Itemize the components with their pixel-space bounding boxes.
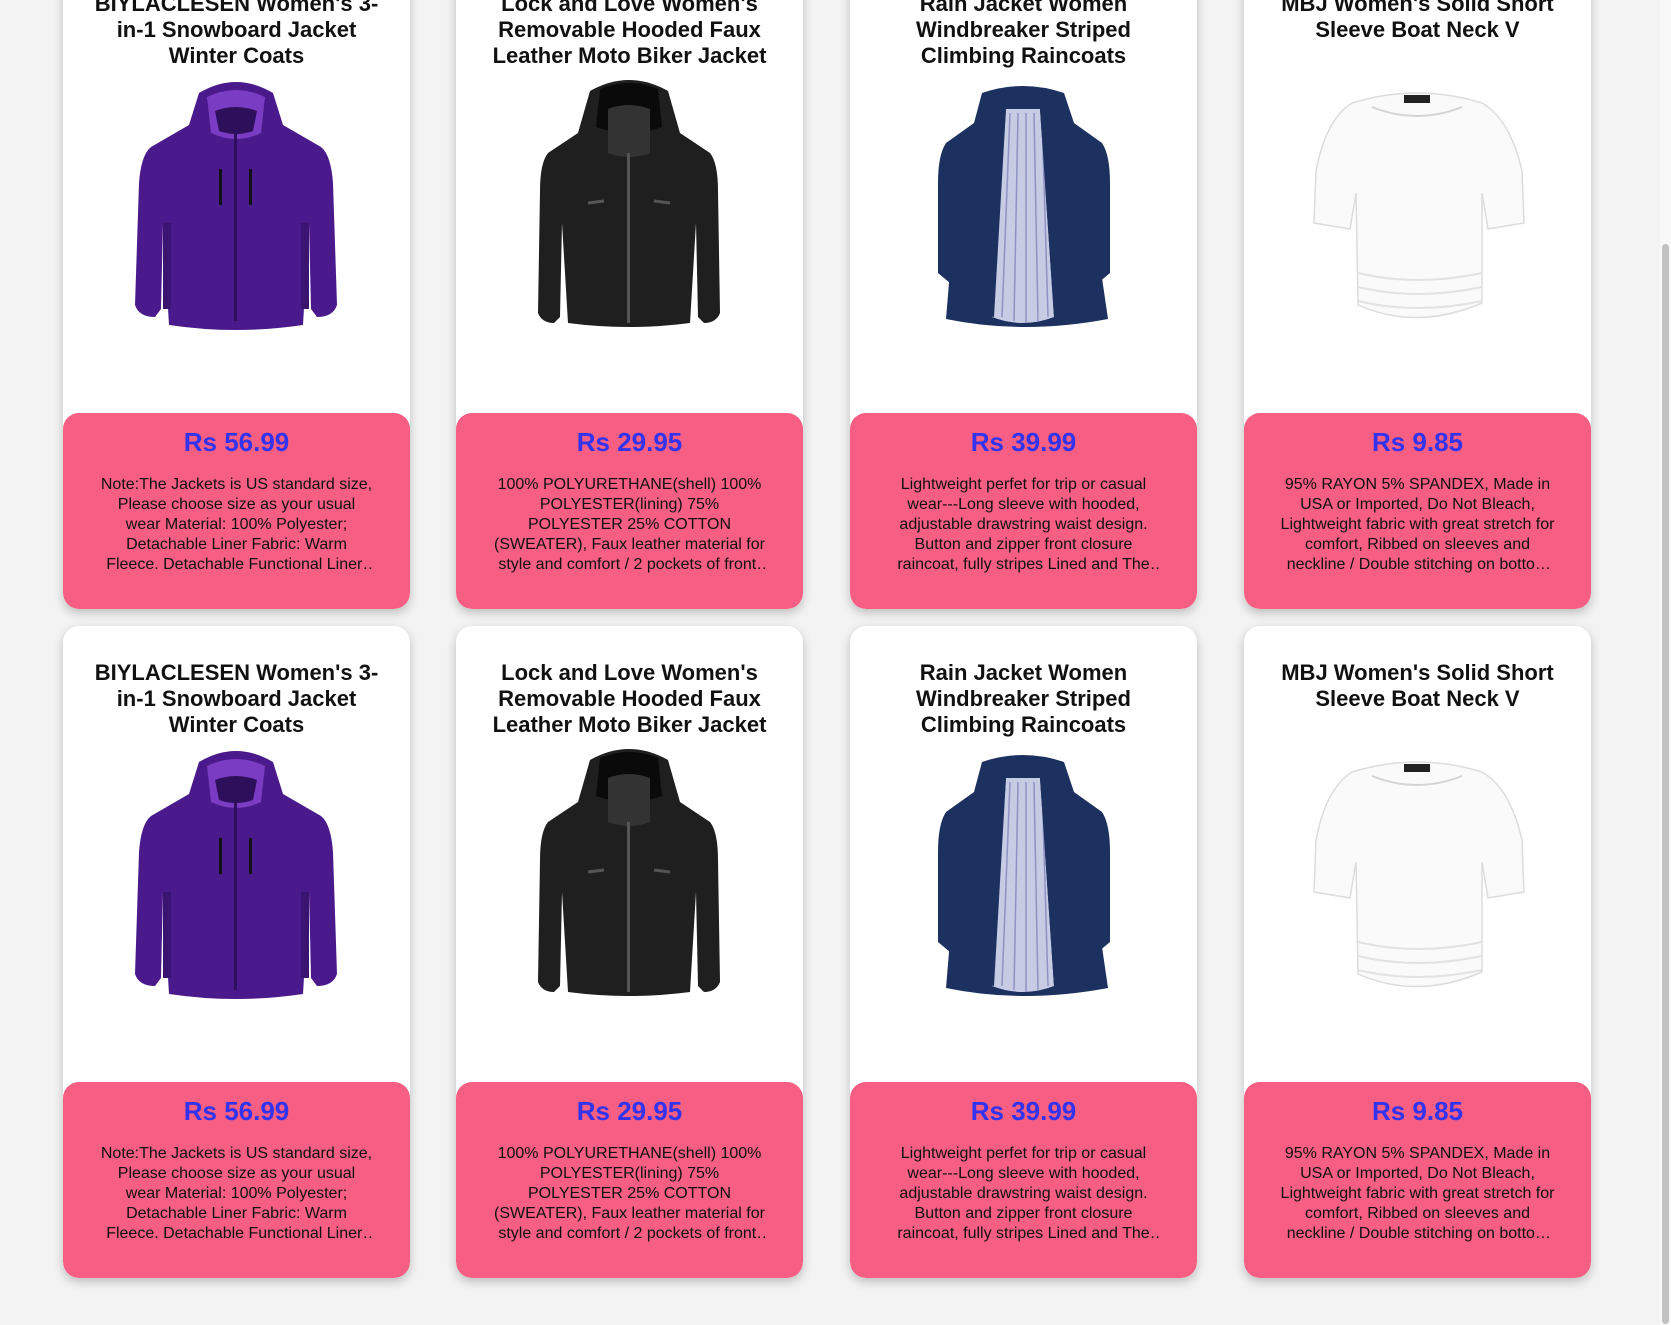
product-description: 100% POLYURETHANE(shell) 100% POLYESTER(… — [494, 476, 765, 573]
product-image[interactable] — [898, 73, 1148, 343]
scrollbar-track[interactable] — [1660, 0, 1671, 1325]
product-row: BIYLACLESEN Women's 3-in-1 Snowboard Jac… — [63, 0, 1593, 609]
product-price: Rs 56.99 — [183, 1096, 290, 1126]
product-title[interactable]: BIYLACLESEN Women's 3-in-1 Snowboard Jac… — [91, 660, 382, 742]
product-card[interactable]: Rain Jacket Women Windbreaker Striped Cl… — [850, 626, 1197, 1278]
product-info-panel: Rs 39.99 Lightweight perfet for trip or … — [850, 413, 1197, 609]
product-info-panel: Rs 56.99 Note:The Jackets is US standard… — [63, 1082, 410, 1278]
product-description: 95% RAYON 5% SPANDEX, Made in USA or Imp… — [1280, 476, 1555, 573]
product-title[interactable]: MBJ Women's Solid Short Sleeve Boat Neck… — [1272, 0, 1563, 73]
product-card[interactable]: Rain Jacket Women Windbreaker Striped Cl… — [850, 0, 1197, 609]
product-image[interactable] — [111, 742, 361, 1012]
product-price: Rs 29.95 — [576, 427, 683, 457]
product-description: Lightweight perfet for trip or casual we… — [897, 1145, 1150, 1242]
product-title[interactable]: MBJ Women's Solid Short Sleeve Boat Neck… — [1272, 660, 1563, 742]
product-price: Rs 56.99 — [183, 427, 290, 457]
product-card[interactable]: Lock and Love Women's Removable Hooded F… — [456, 0, 803, 609]
white-boat-neck-top-icon — [1313, 92, 1525, 319]
product-row: BIYLACLESEN Women's 3-in-1 Snowboard Jac… — [63, 626, 1593, 1278]
product-description: Lightweight perfet for trip or casual we… — [897, 476, 1150, 573]
product-title[interactable]: Rain Jacket Women Windbreaker Striped Cl… — [878, 660, 1169, 742]
product-price: Rs 39.99 — [970, 427, 1077, 457]
product-info-panel: Rs 39.99 Lightweight perfet for trip or … — [850, 1082, 1197, 1278]
product-title[interactable]: Rain Jacket Women Windbreaker Striped Cl… — [878, 0, 1169, 73]
product-image[interactable] — [1292, 73, 1542, 343]
product-image[interactable] — [1292, 742, 1542, 1012]
product-price: Rs 9.85 — [1371, 1096, 1464, 1126]
product-title[interactable]: Lock and Love Women's Removable Hooded F… — [484, 660, 775, 742]
product-description: 100% POLYURETHANE(shell) 100% POLYESTER(… — [494, 1145, 765, 1242]
product-card[interactable]: BIYLACLESEN Women's 3-in-1 Snowboard Jac… — [63, 0, 410, 609]
product-title[interactable]: Lock and Love Women's Removable Hooded F… — [484, 0, 775, 73]
product-info-panel: Rs 56.99 Note:The Jackets is US standard… — [63, 413, 410, 609]
product-price: Rs 39.99 — [970, 1096, 1077, 1126]
product-grid-page: BIYLACLESEN Women's 3-in-1 Snowboard Jac… — [0, 0, 1671, 1325]
black-leather-biker-jacket-icon — [538, 80, 720, 327]
product-image[interactable] — [898, 742, 1148, 1012]
scrollbar-thumb[interactable] — [1662, 244, 1669, 1324]
product-info-panel: Rs 29.95 100% POLYURETHANE(shell) 100% P… — [456, 413, 803, 609]
product-description: Note:The Jackets is US standard size, Pl… — [100, 1145, 373, 1242]
product-info-panel: Rs 29.95 100% POLYURETHANE(shell) 100% P… — [456, 1082, 803, 1278]
navy-striped-raincoat-icon — [938, 86, 1110, 327]
product-image[interactable] — [504, 73, 754, 343]
navy-striped-raincoat-icon — [938, 755, 1110, 996]
purple-snowboard-jacket-icon — [135, 82, 337, 330]
product-image[interactable] — [504, 742, 754, 1012]
product-description: 95% RAYON 5% SPANDEX, Made in USA or Imp… — [1280, 1145, 1555, 1242]
product-card[interactable]: BIYLACLESEN Women's 3-in-1 Snowboard Jac… — [63, 626, 410, 1278]
product-card[interactable]: Lock and Love Women's Removable Hooded F… — [456, 626, 803, 1278]
black-leather-biker-jacket-icon — [538, 749, 720, 996]
product-card[interactable]: MBJ Women's Solid Short Sleeve Boat Neck… — [1244, 0, 1591, 609]
product-price: Rs 29.95 — [576, 1096, 683, 1126]
product-title[interactable]: BIYLACLESEN Women's 3-in-1 Snowboard Jac… — [91, 0, 382, 73]
product-description: Note:The Jackets is US standard size, Pl… — [100, 476, 373, 573]
product-card[interactable]: MBJ Women's Solid Short Sleeve Boat Neck… — [1244, 626, 1591, 1278]
product-info-panel: Rs 9.85 95% RAYON 5% SPANDEX, Made in US… — [1244, 1082, 1591, 1278]
purple-snowboard-jacket-icon — [135, 751, 337, 999]
product-image[interactable] — [111, 73, 361, 343]
product-info-panel: Rs 9.85 95% RAYON 5% SPANDEX, Made in US… — [1244, 413, 1591, 609]
white-boat-neck-top-icon — [1313, 761, 1525, 988]
product-price: Rs 9.85 — [1371, 427, 1464, 457]
